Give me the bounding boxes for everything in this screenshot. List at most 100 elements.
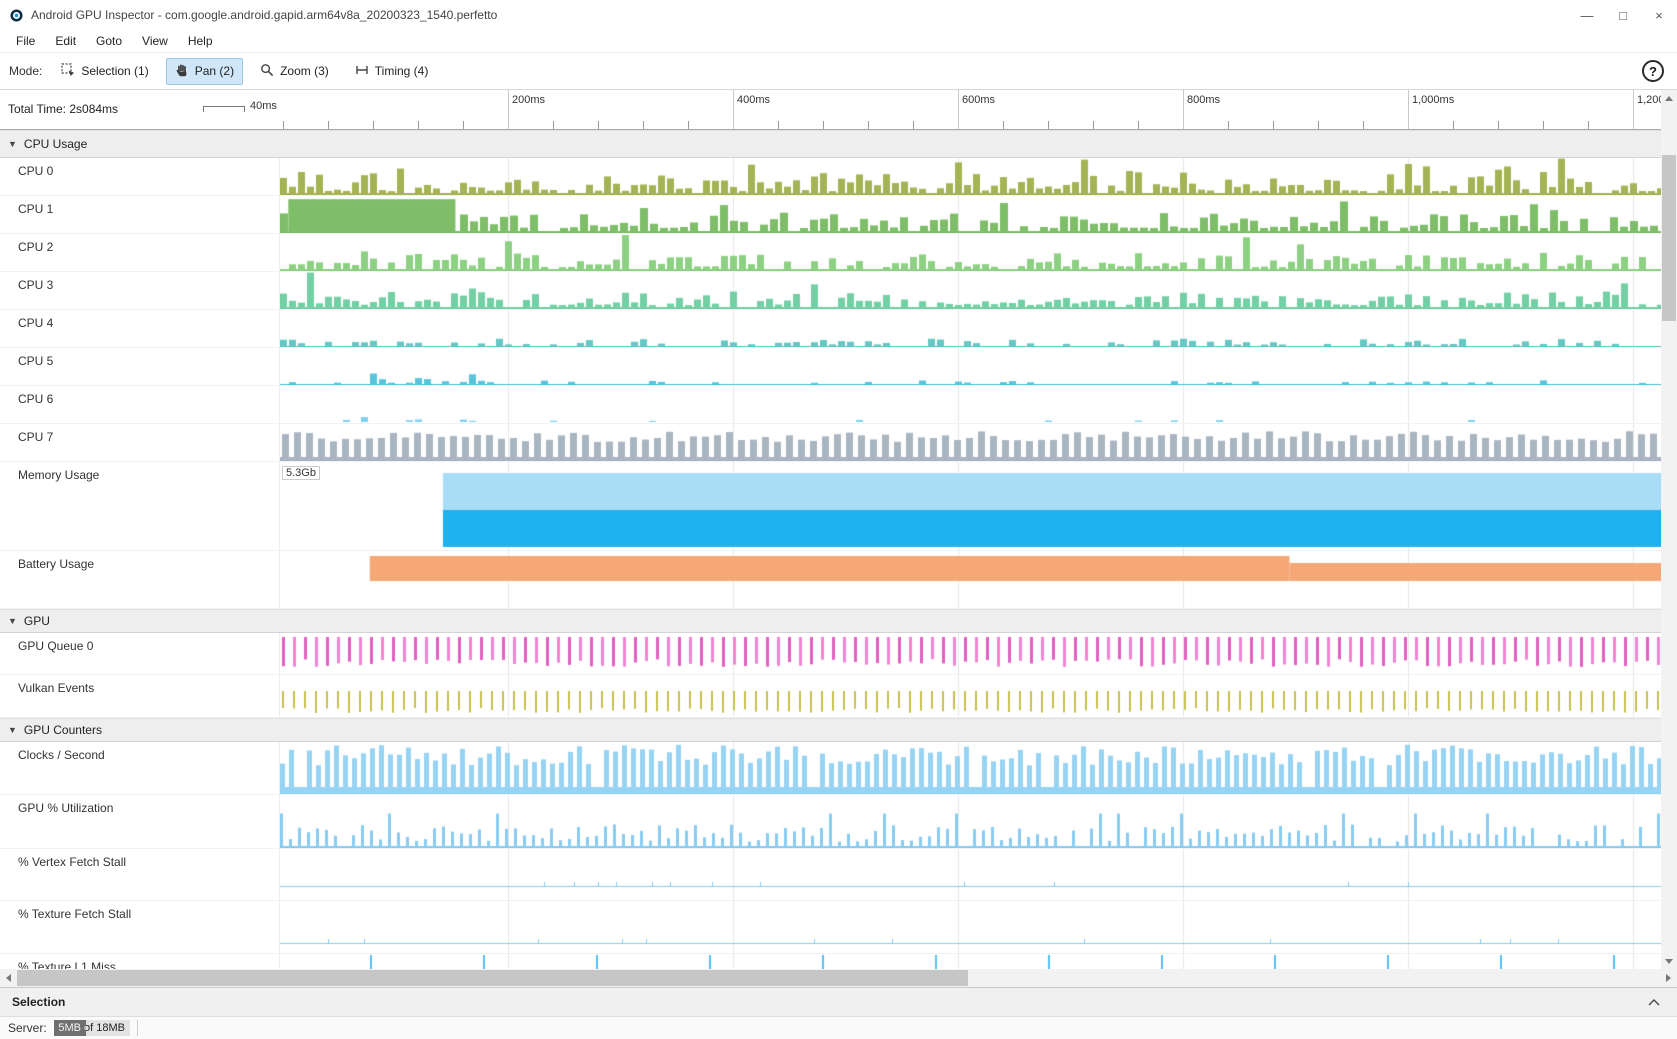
vertical-scrollbar-thumb[interactable]: [1662, 155, 1676, 321]
track-label-cpu-4: CPU 4: [0, 310, 280, 347]
ruler-minor-tick: [373, 121, 374, 129]
track-plot-memory-usage[interactable]: 5.3Gb: [280, 462, 1661, 550]
ruler-major-gridline: [1183, 90, 1184, 129]
menu-view[interactable]: View: [132, 34, 178, 48]
track-plot-gpu-utilization[interactable]: [280, 795, 1661, 848]
track-plot-cpu-6[interactable]: [280, 386, 1661, 423]
horizontal-scrollbar[interactable]: [0, 969, 1677, 987]
timing-mode-label: Timing (4): [375, 64, 429, 78]
zoom-mode-label: Zoom (3): [280, 64, 329, 78]
track-row-cpu-0: CPU 0: [0, 158, 1661, 196]
menu-goto[interactable]: Goto: [86, 34, 132, 48]
scroll-right-icon[interactable]: [1660, 969, 1677, 987]
app-logo-icon: [9, 8, 24, 23]
ruler-minor-tick: [688, 121, 689, 129]
zoom-mode-button[interactable]: Zoom (3): [251, 58, 338, 85]
collapse-arrow-icon: ▼: [8, 725, 17, 735]
ruler-minor-tick: [283, 121, 284, 129]
scroll-down-icon[interactable]: [1661, 953, 1677, 969]
ruler-summary: Total Time: 2s084ms 40ms: [0, 90, 280, 129]
track-plot-texture-l1-miss[interactable]: [280, 954, 1661, 969]
help-button[interactable]: ?: [1642, 60, 1664, 82]
ruler-minor-tick: [643, 121, 644, 129]
ruler-minor-tick: [913, 121, 914, 129]
track-label-clocks-per-second: Clocks / Second: [0, 742, 280, 794]
track-plot-cpu-2[interactable]: [280, 234, 1661, 271]
minimize-button[interactable]: —: [1569, 0, 1605, 30]
horizontal-scrollbar-thumb[interactable]: [17, 970, 968, 986]
ruler-minor-tick: [1318, 121, 1319, 129]
section-header-cpu-usage[interactable]: ▼CPU Usage: [0, 130, 1661, 158]
selection-mode-button[interactable]: Selection (1): [52, 58, 157, 85]
track-row-vertex-fetch-stall: % Vertex Fetch Stall: [0, 849, 1661, 901]
track-plot-cpu-4[interactable]: [280, 310, 1661, 347]
ruler-minor-tick: [868, 121, 869, 129]
track-label-cpu-5: CPU 5: [0, 348, 280, 385]
track-row-cpu-2: CPU 2: [0, 234, 1661, 272]
section-header-gpu[interactable]: ▼GPU: [0, 609, 1661, 633]
menu-help[interactable]: Help: [178, 34, 223, 48]
track-plot-cpu-1[interactable]: [280, 196, 1661, 233]
memory-value-label: 5.3Gb: [282, 466, 320, 480]
track-plot-cpu-0[interactable]: [280, 158, 1661, 195]
track-plot-clocks-per-second[interactable]: [280, 742, 1661, 794]
track-label-gpu-utilization: GPU % Utilization: [0, 795, 280, 848]
track-plot-gpu-queue-0[interactable]: [280, 633, 1661, 674]
total-time-label: Total Time: 2s084ms: [8, 102, 118, 116]
track-row-cpu-6: CPU 6: [0, 386, 1661, 424]
track-plot-cpu-5[interactable]: [280, 348, 1661, 385]
track-plot-vertex-fetch-stall[interactable]: [280, 849, 1661, 900]
track-plot-vulkan-events[interactable]: [280, 675, 1661, 717]
ruler-major-gridline: [1408, 90, 1409, 129]
mode-toolbar: Mode: Selection (1) Pan (2) Zoom (3) Tim…: [0, 52, 1677, 90]
timeline-tracks: ▼CPU UsageCPU 0CPU 1CPU 2CPU 3CPU 4CPU 5…: [0, 130, 1661, 969]
section-header-gpu-counters[interactable]: ▼GPU Counters: [0, 718, 1661, 742]
scroll-up-icon[interactable]: [1661, 90, 1677, 106]
selection-icon: [61, 63, 75, 80]
server-label: Server:: [8, 1021, 47, 1035]
status-bar: Server: 5MB of 18MB 5MB of 18MB: [0, 1016, 1677, 1039]
menu-edit[interactable]: Edit: [45, 34, 86, 48]
track-plot-cpu-3[interactable]: [280, 272, 1661, 309]
ruler-minor-tick: [1453, 121, 1454, 129]
window-title: Android GPU Inspector - com.google.andro…: [31, 8, 497, 22]
track-label-cpu-3: CPU 3: [0, 272, 280, 309]
scroll-left-icon[interactable]: [0, 969, 17, 987]
track-plot-battery-usage[interactable]: [280, 551, 1661, 608]
ruler-minor-tick: [1543, 121, 1544, 129]
ruler-tick-label: 400ms: [737, 94, 770, 106]
ruler-minor-tick: [1363, 121, 1364, 129]
ruler-minor-tick: [778, 121, 779, 129]
expand-selection-panel-button[interactable]: [1643, 999, 1665, 1006]
timing-mode-button[interactable]: Timing (4): [346, 58, 438, 85]
ruler-major-gridline: [733, 90, 734, 129]
track-row-cpu-3: CPU 3: [0, 272, 1661, 310]
track-row-gpu-queue-0: GPU Queue 0: [0, 633, 1661, 675]
scale-bracket-icon: [203, 106, 245, 112]
collapse-arrow-icon: ▼: [8, 139, 17, 149]
server-memory-badge: 5MB of 18MB 5MB of 18MB: [54, 1020, 130, 1036]
selection-mode-label: Selection (1): [81, 64, 148, 78]
track-row-cpu-1: CPU 1: [0, 196, 1661, 234]
ruler-tick-label: 1,000ms: [1412, 94, 1454, 106]
ruler-minor-tick: [1138, 121, 1139, 129]
ruler-minor-tick: [1003, 121, 1004, 129]
track-label-cpu-0: CPU 0: [0, 158, 280, 195]
track-label-texture-l1-miss: % Texture L1 Miss: [0, 954, 280, 969]
ruler-tick-label: 800ms: [1187, 94, 1220, 106]
track-plot-cpu-7[interactable]: [280, 424, 1661, 461]
ruler-ticks[interactable]: 200ms400ms600ms800ms1,000ms1,200ms: [280, 90, 1661, 129]
vertical-scrollbar[interactable]: [1661, 90, 1677, 969]
ruler-minor-tick: [418, 121, 419, 129]
track-plot-texture-fetch-stall[interactable]: [280, 901, 1661, 953]
track-row-texture-fetch-stall: % Texture Fetch Stall: [0, 901, 1661, 954]
ruler-minor-tick: [1093, 121, 1094, 129]
pan-mode-button[interactable]: Pan (2): [166, 58, 243, 85]
menu-file[interactable]: File: [6, 34, 45, 48]
track-label-cpu-7: CPU 7: [0, 424, 280, 461]
track-row-cpu-7: CPU 7: [0, 424, 1661, 462]
ruler-minor-tick: [1498, 121, 1499, 129]
scale-label: 40ms: [250, 100, 277, 112]
maximize-button[interactable]: □: [1605, 0, 1641, 30]
close-button[interactable]: ×: [1641, 0, 1677, 30]
